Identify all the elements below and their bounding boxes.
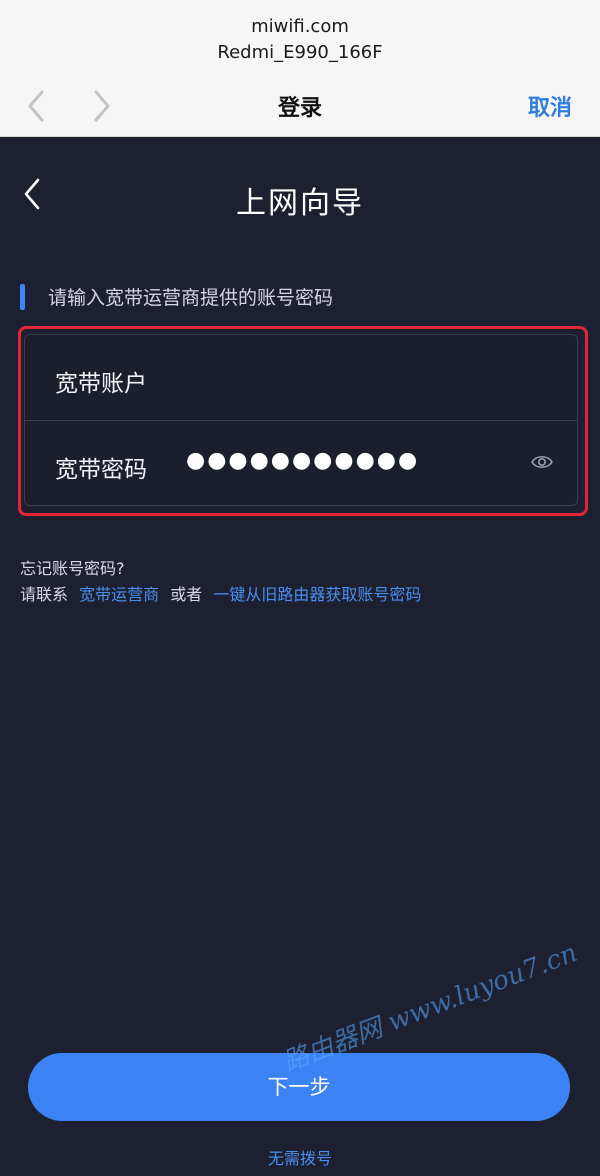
section-accent-bar [20,284,25,310]
eye-icon[interactable] [530,452,554,472]
forgot-text: 忘记账号密码? [20,559,125,578]
help-line: 请联系 宽带运营商 或者 一键从旧路由器获取账号密码 [20,581,421,605]
old-router-link[interactable]: 一键从旧路由器获取账号密码 [213,585,421,604]
cancel-button[interactable]: 取消 [528,90,572,122]
account-field[interactable]: 宽带账户 [55,364,147,398]
browser-title: 登录 [277,96,322,121]
field-divider [24,420,578,421]
section-label: 请输入宽带运营商提供的账号密码 [48,287,334,309]
no-dial-link[interactable]: 无需拨号 [0,1145,600,1169]
isp-link[interactable]: 宽带运营商 [79,585,159,604]
help-prefix: 请联系 [20,585,69,604]
password-field[interactable]: ●●●●●●●●●●● [186,448,419,473]
browser-host: miwifi.com [251,16,349,37]
browser-top-bar: miwifi.com Redmi_E990_166F 登录 取消 [0,0,600,137]
next-step-button[interactable]: 下一步 [28,1053,570,1121]
password-field-label: 宽带密码 [55,457,147,483]
browser-ssid: Redmi_E990_166F [217,42,383,63]
help-or: 或者 [170,585,203,604]
page-title: 上网向导 [236,186,364,221]
